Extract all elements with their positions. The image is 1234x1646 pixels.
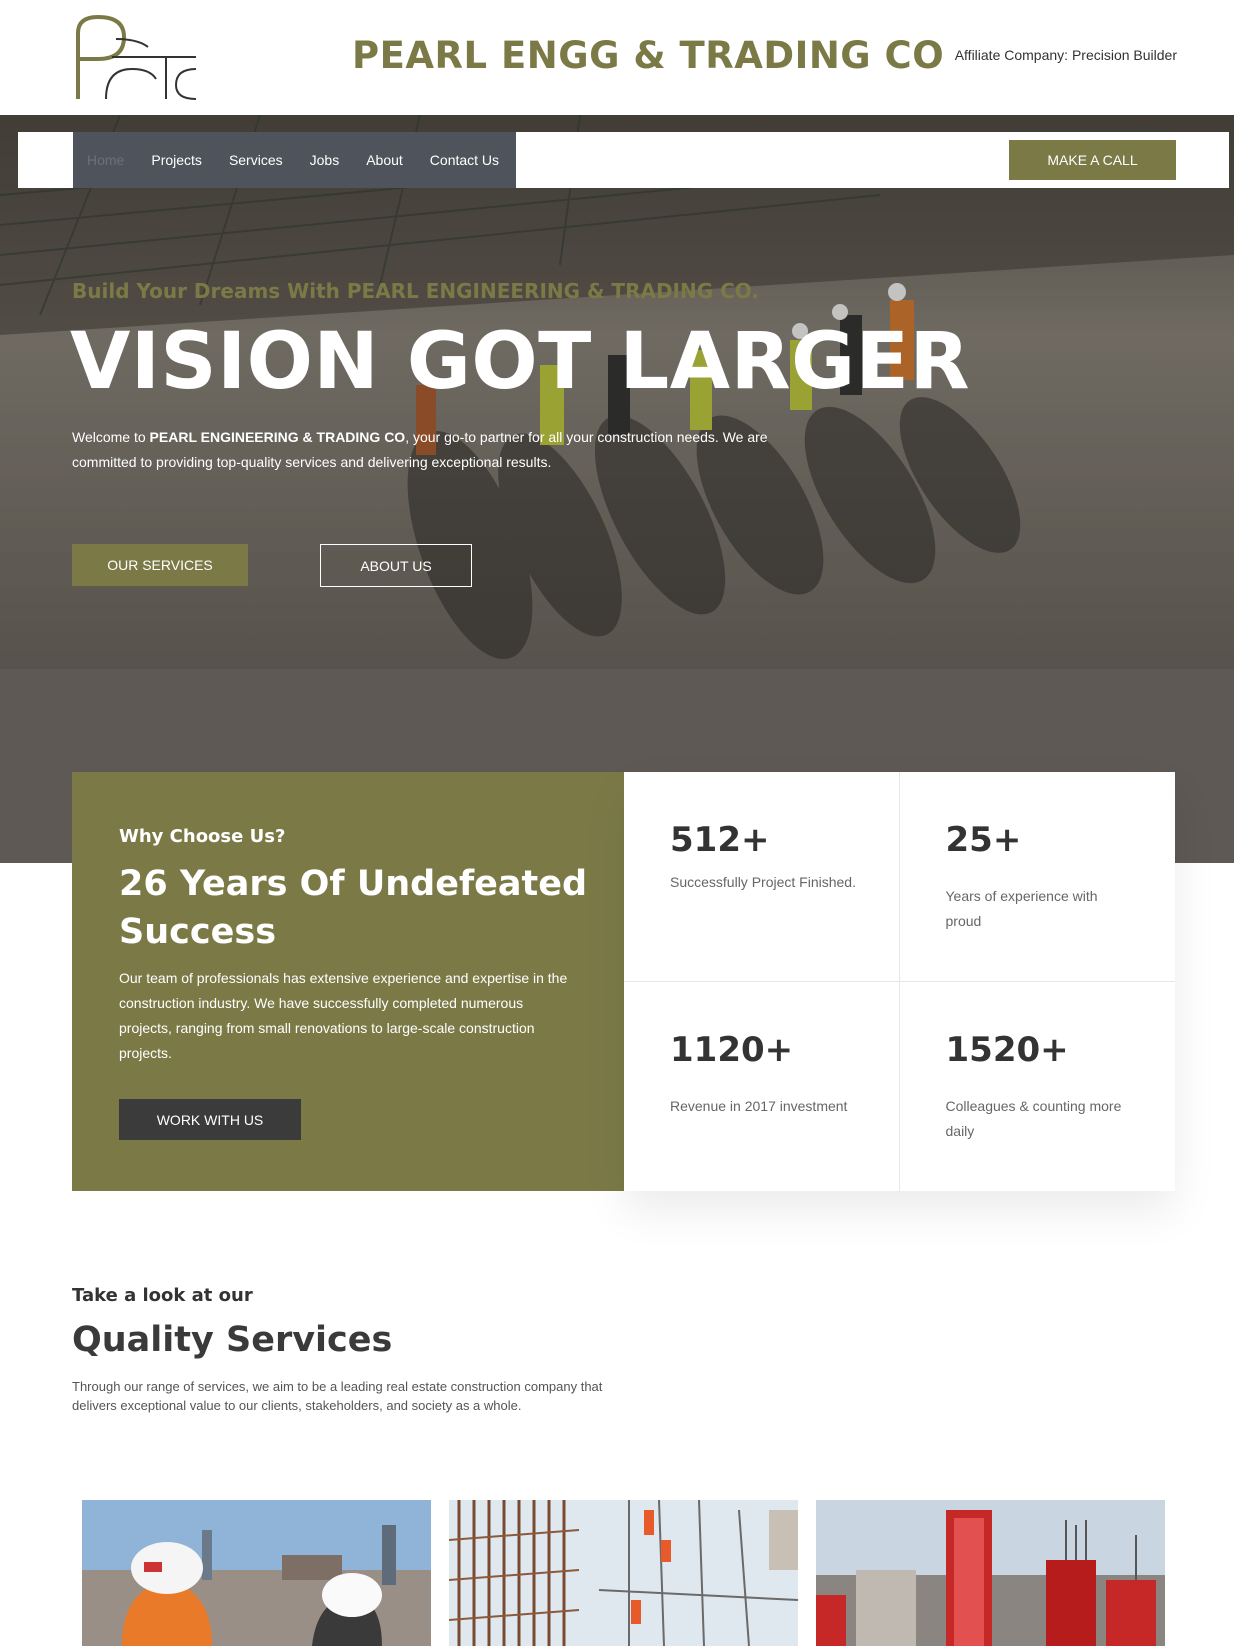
hero-desc-prefix: Welcome to xyxy=(72,429,150,445)
hero-subtitle: Build Your Dreams With PEARL ENGINEERING… xyxy=(72,279,759,303)
why-choose-us-panel: Why Choose Us? 26 Years Of Undefeated Su… xyxy=(72,772,624,1191)
services-title: Quality Services xyxy=(72,1320,393,1360)
stat-value: 1520+ xyxy=(945,1029,1069,1070)
why-eyebrow: Why Choose Us? xyxy=(119,826,286,847)
work-with-us-button[interactable]: WORK WITH US xyxy=(119,1099,301,1140)
stat-projects: 512+ Successfully Project Finished. xyxy=(624,772,900,982)
stat-value: 25+ xyxy=(945,820,1022,860)
nav-item-about[interactable]: About xyxy=(366,152,403,168)
stat-experience: 25+ Years of experience with proud xyxy=(899,772,1175,982)
nav-menu: Home Projects Services Jobs About Contac… xyxy=(73,132,516,188)
site-title: PEARL ENGG & TRADING CO xyxy=(352,34,945,77)
why-title: 26 Years Of Undefeated Success xyxy=(119,864,588,952)
stat-label: Colleagues & counting more daily xyxy=(945,1097,1122,1139)
service-card-image-2[interactable] xyxy=(449,1500,798,1646)
our-services-button[interactable]: OUR SERVICES xyxy=(72,544,248,586)
nav-item-home[interactable]: Home xyxy=(87,152,124,168)
services-eyebrow: Take a look at our xyxy=(72,1285,253,1306)
why-text: Our team of professionals has extensive … xyxy=(119,970,568,1061)
stat-label: Successfully Project Finished. xyxy=(670,874,856,890)
stat-label: Revenue in 2017 investment xyxy=(670,1097,848,1114)
site-header: PEARL ENGG & TRADING CO Affiliate Compan… xyxy=(0,0,1234,115)
stat-colleagues: 1520+ Colleagues & counting more daily xyxy=(900,982,1176,1192)
service-image-formwork xyxy=(816,1500,1165,1646)
nav-item-services[interactable]: Services xyxy=(229,152,283,168)
nav-item-contact[interactable]: Contact Us xyxy=(430,152,499,168)
stat-label: Years of experience with proud xyxy=(945,888,1098,929)
service-card-image-3[interactable] xyxy=(816,1500,1165,1646)
stats-grid: 512+ Successfully Project Finished. 25+ … xyxy=(624,772,1175,1191)
nav-item-projects[interactable]: Projects xyxy=(151,152,202,168)
hero-desc-company: PEARL ENGINEERING & TRADING CO xyxy=(149,429,406,445)
about-us-button[interactable]: ABOUT US xyxy=(320,544,472,587)
main-navbar: Home Projects Services Jobs About Contac… xyxy=(18,132,1229,188)
hero-title: VISION GOT LARGER xyxy=(70,317,971,407)
service-card-image-1[interactable] xyxy=(82,1500,431,1646)
services-description: Through our range of services, we aim to… xyxy=(72,1379,603,1413)
stat-revenue: 1120+ Revenue in 2017 investment xyxy=(624,981,900,1191)
affiliate-text: Affiliate Company: Precision Builder xyxy=(954,47,1177,63)
nav-item-jobs[interactable]: Jobs xyxy=(310,152,340,168)
hero-section: Home Projects Services Jobs About Contac… xyxy=(0,115,1234,669)
stat-value: 512+ xyxy=(670,820,770,860)
make-a-call-button[interactable]: MAKE A CALL xyxy=(1009,140,1176,180)
stat-value: 1120+ xyxy=(670,1029,794,1070)
page: PEARL ENGG & TRADING CO Affiliate Compan… xyxy=(0,0,1234,1646)
hero-description: Welcome to PEARL ENGINEERING & TRADING C… xyxy=(72,425,792,475)
company-logo[interactable] xyxy=(72,13,202,101)
service-image-engineers xyxy=(82,1500,431,1646)
service-image-rebar xyxy=(449,1500,798,1646)
